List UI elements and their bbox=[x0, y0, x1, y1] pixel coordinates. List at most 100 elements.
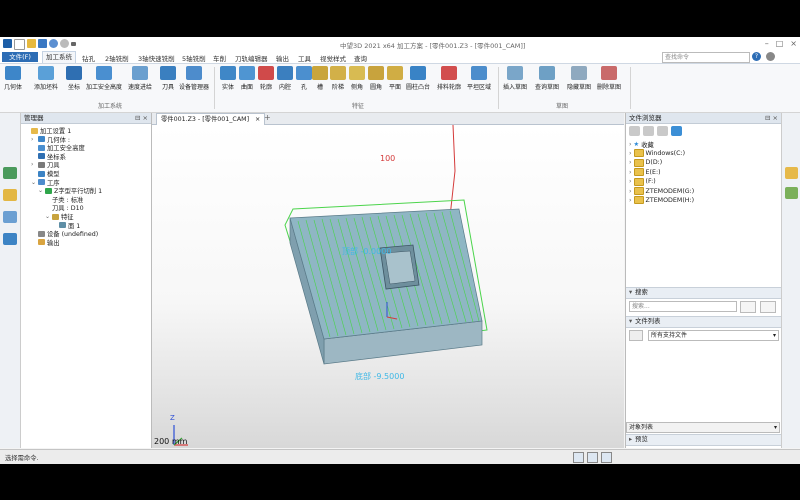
tree-expander-icon[interactable]: ⌄ bbox=[31, 179, 36, 186]
file-filter-select[interactable]: 所有支持文件 ▾ bbox=[648, 330, 779, 341]
settings-icon[interactable] bbox=[766, 52, 775, 61]
tree-expander-icon[interactable]: ⌄ bbox=[45, 213, 50, 220]
view-tab-icon[interactable] bbox=[3, 211, 17, 223]
manager-tab-icon[interactable] bbox=[3, 167, 17, 179]
tab-tools[interactable]: 工具 bbox=[298, 53, 311, 63]
tree-expander-icon[interactable]: › bbox=[31, 136, 36, 143]
document-tab[interactable]: 零件001.Z3 - [零件001_CAM] × bbox=[156, 113, 266, 125]
tree-expander-icon[interactable]: › bbox=[629, 188, 632, 195]
geometry-icon bbox=[38, 136, 45, 143]
drive-item[interactable]: › Windows(C:) bbox=[629, 149, 685, 158]
geometry-button[interactable]: 几何体 bbox=[4, 66, 22, 91]
close-icon[interactable]: × bbox=[790, 39, 797, 48]
feature-cylinder-boss-button[interactable]: 圆柱凸台 bbox=[406, 66, 430, 91]
insert-sketch-button[interactable]: 插入草图 bbox=[503, 66, 527, 91]
feature-slot-button[interactable]: 槽 bbox=[312, 66, 328, 91]
feature-hole-button[interactable]: 孔 bbox=[296, 66, 312, 91]
customize-dropdown-icon[interactable] bbox=[71, 42, 76, 46]
app-logo-icon[interactable] bbox=[3, 39, 12, 48]
folder-tab-icon[interactable] bbox=[785, 167, 798, 179]
feed-speed-button[interactable]: 速度进给 bbox=[128, 66, 152, 91]
add-stock-button[interactable]: 添加坯料 bbox=[34, 66, 58, 91]
panel-close-icon[interactable]: ⊟ × bbox=[135, 113, 148, 123]
forward-icon[interactable] bbox=[643, 126, 654, 136]
status-layout-icon[interactable] bbox=[601, 452, 612, 463]
3d-viewport[interactable]: 100 顶部 -0.0000 底部 -9.5000 Z 200 mm bbox=[152, 125, 624, 448]
maximize-icon[interactable]: □ bbox=[776, 39, 784, 48]
feature-step-button[interactable]: 阶梯 bbox=[330, 66, 346, 91]
query-sketch-button[interactable]: 查询草图 bbox=[535, 66, 559, 91]
new-file-icon[interactable] bbox=[14, 39, 25, 50]
search-section-header[interactable]: ▾ 搜索 bbox=[626, 287, 781, 299]
view-mode-icon[interactable] bbox=[629, 330, 643, 341]
back-icon[interactable] bbox=[629, 126, 640, 136]
delete-sketch-button[interactable]: 删除草图 bbox=[597, 66, 621, 91]
minimize-icon[interactable]: – bbox=[765, 39, 769, 48]
drive-item[interactable]: › E(E:) bbox=[629, 168, 661, 177]
feature-plane-button[interactable]: 平面 bbox=[387, 66, 403, 91]
drive-item[interactable]: › ZTEMODEM(G:) bbox=[629, 187, 694, 195]
tab-output[interactable]: 输出 bbox=[276, 53, 289, 63]
status-display-icon[interactable] bbox=[587, 452, 598, 463]
up-icon[interactable] bbox=[657, 126, 668, 136]
undo-icon[interactable] bbox=[49, 39, 58, 48]
feature-pocket-button[interactable]: 内腔 bbox=[277, 66, 293, 91]
file-menu[interactable]: 文件(F) bbox=[2, 52, 38, 62]
panel-close-icon[interactable]: ⊟ × bbox=[765, 113, 778, 123]
device-manager-button[interactable]: 设备管理器 bbox=[179, 66, 209, 91]
favorites-item[interactable]: › ★ 收藏 bbox=[629, 140, 654, 149]
safe-height-button[interactable]: 加工安全高度 bbox=[86, 66, 122, 91]
tab-turning[interactable]: 车削 bbox=[213, 53, 226, 63]
open-folder-icon[interactable] bbox=[27, 39, 36, 48]
tree-item[interactable]: 输出 bbox=[31, 238, 60, 247]
tab-3axis-fast-milling[interactable]: 3轴快速铣削 bbox=[138, 53, 175, 63]
clear-search-icon[interactable] bbox=[760, 301, 776, 313]
preview-section-header[interactable]: ▸ 预览 bbox=[626, 434, 781, 446]
feature-profile-button[interactable]: 轮廓 bbox=[258, 66, 274, 91]
drive-item[interactable]: › D(D:) bbox=[629, 158, 662, 167]
coordinate-button[interactable]: 坐标 bbox=[66, 66, 82, 91]
user-tab-icon[interactable] bbox=[3, 233, 17, 245]
file-list-section-header[interactable]: ▾ 文件列表 bbox=[626, 316, 781, 328]
feature-flat-area-button[interactable]: 平坦区域 bbox=[467, 66, 491, 91]
tree-expander-icon[interactable]: › bbox=[629, 169, 632, 176]
feature-surface-button[interactable]: 曲面 bbox=[239, 66, 255, 91]
search-icon[interactable] bbox=[740, 301, 756, 313]
tab-visual-style[interactable]: 视觉样式 bbox=[320, 53, 346, 63]
tree-expander-icon[interactable]: › bbox=[629, 159, 632, 166]
tab-drilling[interactable]: 钻孔 bbox=[82, 53, 95, 63]
tool-button[interactable]: 刀具 bbox=[160, 66, 176, 91]
tree-expander-icon[interactable]: › bbox=[629, 141, 632, 148]
refresh-icon[interactable] bbox=[671, 126, 682, 136]
history-tab-icon[interactable] bbox=[3, 189, 17, 201]
redo-icon[interactable] bbox=[60, 39, 69, 48]
file-search-input[interactable]: 搜索... bbox=[629, 301, 737, 312]
save-icon[interactable] bbox=[38, 39, 47, 48]
feature-fillet-button[interactable]: 圆角 bbox=[368, 66, 384, 91]
tab-machining-system[interactable]: 加工系统 bbox=[42, 51, 76, 63]
drive-item[interactable]: › (F:) bbox=[629, 177, 656, 186]
feature-nesting-profile-button[interactable]: 排料轮廓 bbox=[437, 66, 461, 91]
help-icon[interactable]: ? bbox=[752, 52, 761, 61]
tree-expander-icon[interactable]: › bbox=[31, 161, 36, 168]
feature-solid-button[interactable]: 实体 bbox=[220, 66, 236, 91]
status-view-icon[interactable] bbox=[573, 452, 584, 463]
tree-expander-icon[interactable]: › bbox=[629, 197, 632, 204]
add-tab-button[interactable]: + bbox=[264, 113, 271, 122]
drive-item[interactable]: › ZTEMODEM(H:) bbox=[629, 196, 694, 205]
tab-toolpath-editor[interactable]: 刀轨编辑器 bbox=[235, 53, 268, 63]
command-search-input[interactable]: 查找命令 bbox=[662, 52, 750, 63]
close-tab-icon[interactable]: × bbox=[255, 116, 260, 123]
title-bar: 中望3D 2021 x64 加工方案 - [零件001.Z3 - [零件001_… bbox=[0, 37, 800, 52]
tree-expander-icon[interactable]: › bbox=[629, 150, 632, 157]
folder-icon bbox=[31, 127, 38, 134]
feature-side-angle-button[interactable]: 侧角 bbox=[349, 66, 365, 91]
tree-expander-icon[interactable]: › bbox=[629, 178, 632, 185]
tab-5axis-milling[interactable]: 5轴铣削 bbox=[182, 53, 206, 63]
object-list-select[interactable]: 对象列表 ▾ bbox=[626, 422, 780, 433]
hide-sketch-button[interactable]: 隐藏草图 bbox=[567, 66, 591, 91]
tab-2axis-milling[interactable]: 2轴铣削 bbox=[105, 53, 129, 63]
tab-query[interactable]: 查询 bbox=[354, 53, 367, 63]
tree-expander-icon[interactable]: ⌄ bbox=[38, 187, 43, 194]
palette-tab-icon[interactable] bbox=[785, 187, 798, 199]
